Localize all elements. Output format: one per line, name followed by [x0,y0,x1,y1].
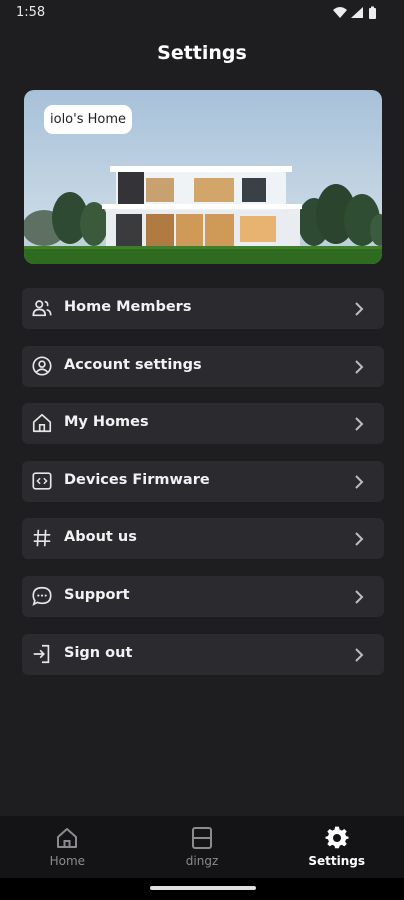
chevron-right-icon [355,590,364,604]
status-bar: 1:58 [0,0,404,26]
menu-item-devices-firmware[interactable]: Devices Firmware [22,460,384,502]
menu-label-about-us: About us [64,529,137,546]
home-icon [57,828,78,848]
gesture-bar[interactable] [150,886,256,890]
chevron-right-icon [355,475,364,489]
menu-item-sign-out[interactable]: Sign out [22,633,384,675]
page-title: Settings [157,42,247,64]
bottom-nav: Home dingz Settings [0,816,404,878]
settings-menu: Home Members Account settings My Homes D… [22,288,384,691]
signal-icon [351,7,363,18]
nav-settings[interactable]: Settings [269,816,404,878]
gear-icon [325,826,349,849]
account-icon [32,356,52,376]
gesture-area [0,878,404,900]
menu-label-sign-out: Sign out [64,644,133,661]
people-icon [32,300,52,317]
chevron-right-icon [355,302,364,316]
dingz-icon [192,827,212,849]
home-card[interactable]: iolo's Home [24,90,382,264]
menu-label-devices-firmware: Devices Firmware [64,471,210,488]
home-name-badge: iolo's Home [44,105,133,134]
chevron-right-icon [355,417,364,431]
code-icon [32,472,52,490]
chevron-right-icon [355,532,364,547]
hash-icon [33,530,51,547]
menu-item-support[interactable]: Support [22,575,384,617]
menu-item-my-homes[interactable]: My Homes [22,403,384,445]
menu-item-about-us[interactable]: About us [22,518,384,560]
nav-label-settings: Settings [308,854,365,868]
menu-label-my-homes: My Homes [64,414,149,431]
chevron-right-icon [355,647,364,662]
battery-icon [369,6,376,19]
menu-item-home-members[interactable]: Home Members [22,288,384,329]
house-icon [32,414,52,433]
sign-out-icon [33,644,50,663]
chevron-right-icon [355,359,364,374]
chat-icon [32,586,52,606]
menu-label-support: Support [64,586,130,603]
nav-dingz[interactable]: dingz [135,816,270,878]
menu-label-home-members: Home Members [64,299,192,315]
menu-label-account-settings: Account settings [64,356,202,373]
wifi-icon [333,7,347,18]
nav-home[interactable]: Home [0,816,135,878]
status-time: 1:58 [16,5,46,20]
menu-item-account-settings[interactable]: Account settings [22,345,384,387]
nav-label-home: Home [49,854,86,868]
status-icons [333,6,376,19]
nav-label-dingz: dingz [185,854,219,868]
